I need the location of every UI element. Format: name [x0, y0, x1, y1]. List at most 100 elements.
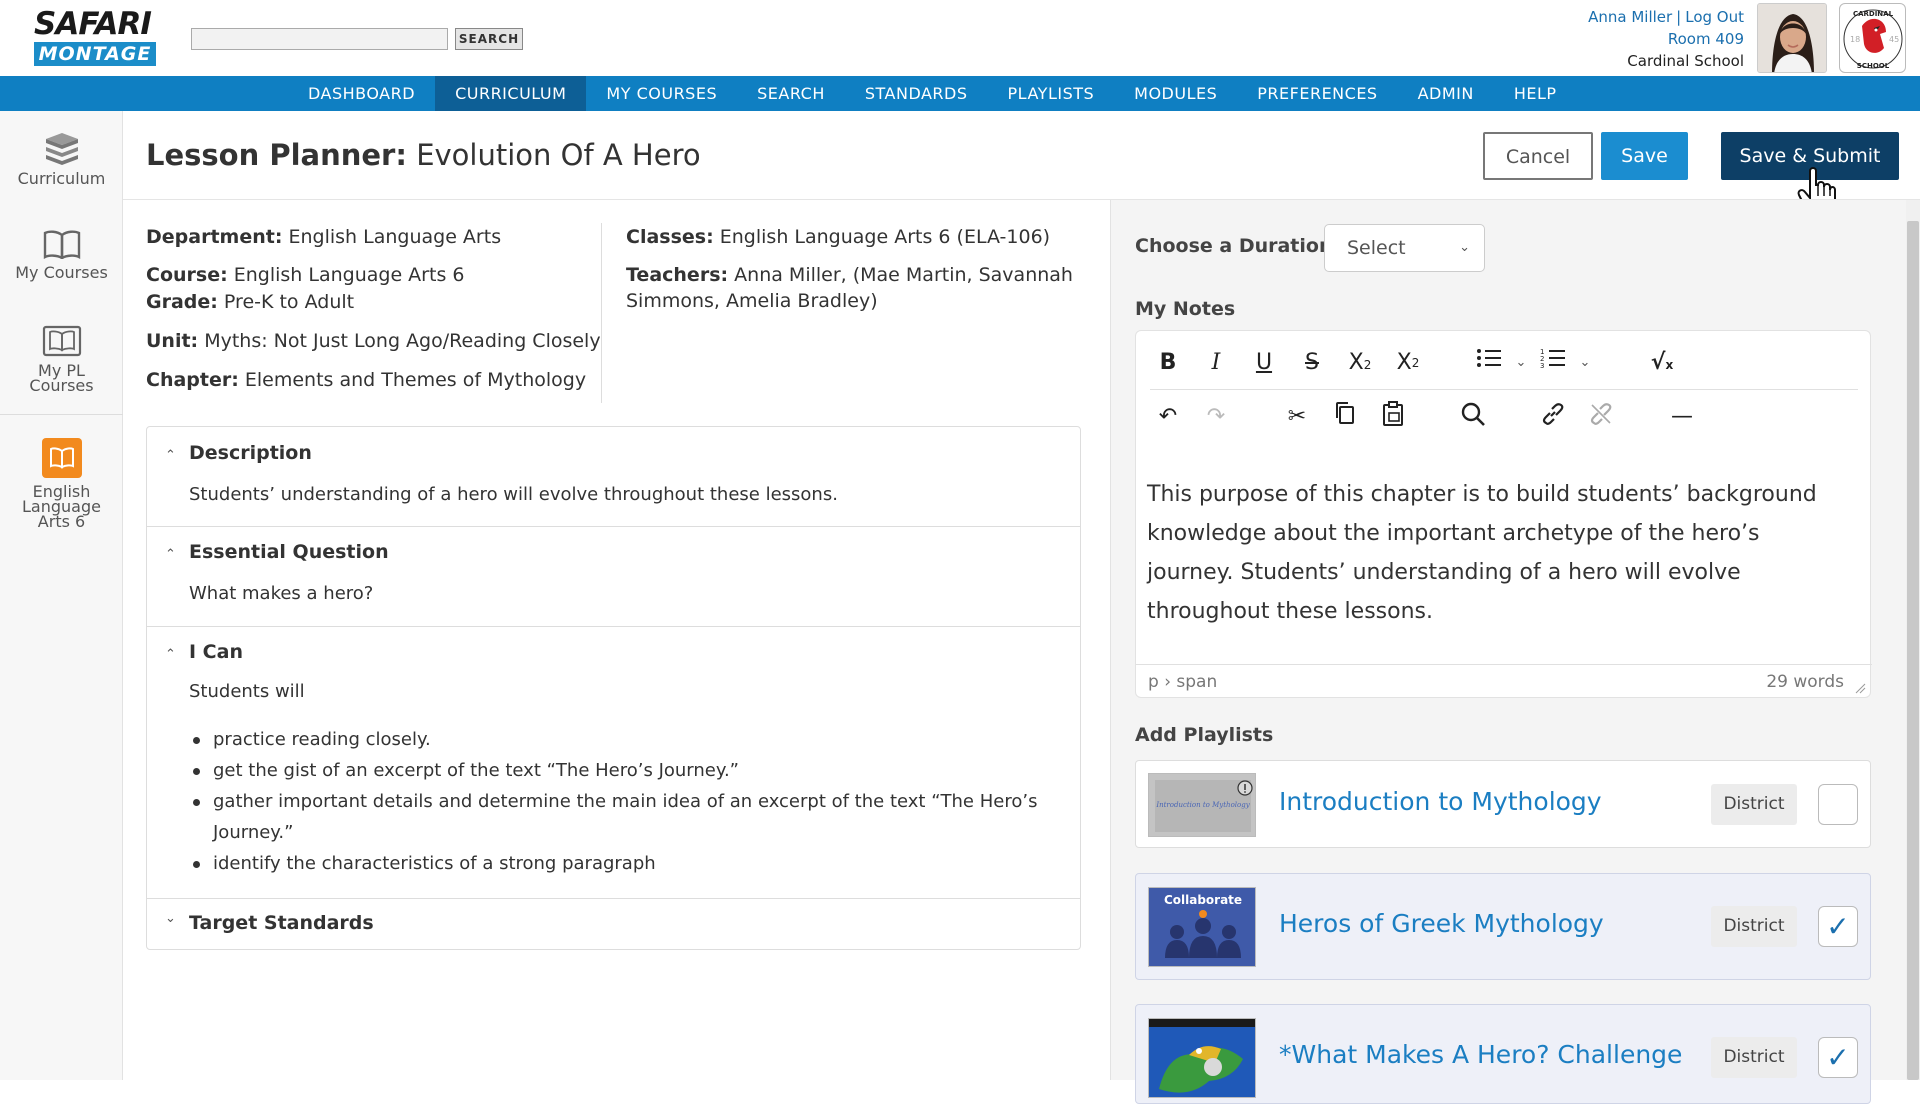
- redo-icon[interactable]: ↷: [1200, 401, 1232, 433]
- sidebar-item-english-language-arts-6[interactable]: English Language Arts 6: [0, 438, 123, 530]
- nav-admin[interactable]: ADMIN: [1398, 76, 1494, 111]
- link-icon[interactable]: [1537, 401, 1569, 433]
- main-nav: DASHBOARD CURRICULUM MY COURSES SEARCH S…: [0, 76, 1920, 111]
- playlist-item[interactable]: Introduction to Mythology Introduction t…: [1135, 760, 1871, 848]
- avatar[interactable]: [1757, 3, 1827, 73]
- math-formula-icon[interactable]: √x: [1646, 347, 1678, 379]
- editor-toolbar-row-2: ↶ ↷ ✂ —: [1136, 391, 1872, 445]
- playlist-title[interactable]: *What Makes A Hero? Challenge: [1279, 1040, 1682, 1069]
- info-divider: [601, 223, 602, 403]
- nav-standards[interactable]: STANDARDS: [845, 76, 988, 111]
- playlist-badge: District: [1711, 906, 1797, 947]
- sidebar-item-my-pl-courses[interactable]: My PL Courses: [0, 325, 123, 395]
- word-count: 29 words: [1766, 672, 1844, 692]
- checkmark-icon: ✓: [1826, 910, 1850, 943]
- cancel-button[interactable]: Cancel: [1483, 132, 1593, 180]
- i-can-list: practice reading closely. get the gist o…: [189, 724, 1049, 879]
- chevron-up-icon[interactable]: ⌃: [165, 448, 176, 463]
- playlist-item[interactable]: Collaborate Heros of Greek Mythology Dis…: [1135, 873, 1871, 980]
- course-book-icon: [41, 438, 82, 478]
- user-name-link[interactable]: Anna Miller: [1588, 8, 1672, 26]
- copy-icon[interactable]: [1329, 401, 1361, 433]
- list-item: practice reading closely.: [189, 724, 1049, 755]
- chevron-down-icon[interactable]: ⌄: [165, 911, 176, 926]
- i-can-title[interactable]: I Can: [189, 641, 243, 663]
- essential-question-title[interactable]: Essential Question: [189, 541, 389, 563]
- chevron-up-icon[interactable]: ⌃: [165, 547, 176, 562]
- i-can-intro: Students will: [189, 681, 305, 702]
- bullet-list-icon[interactable]: [1473, 347, 1505, 379]
- description-section: ⌃ Description Students’ understanding of…: [147, 427, 1080, 527]
- teachers-value-1: Anna Miller, (Mae Martin, Savannah: [734, 264, 1073, 286]
- school-name: Cardinal School: [1627, 52, 1744, 70]
- nav-playlists[interactable]: PLAYLISTS: [988, 76, 1115, 111]
- logout-link[interactable]: Log Out: [1685, 8, 1744, 26]
- editor-statusbar: p › span 29 words: [1136, 664, 1872, 699]
- undo-icon[interactable]: ↶: [1152, 401, 1184, 433]
- room-link[interactable]: Room 409: [1668, 30, 1744, 48]
- global-search-input[interactable]: [191, 28, 448, 50]
- course-value: English Language Arts 6: [233, 264, 465, 286]
- description-title[interactable]: Description: [189, 442, 312, 464]
- page-title-name: Evolution Of A Hero: [416, 138, 701, 172]
- nav-modules[interactable]: MODULES: [1114, 76, 1237, 111]
- search-button[interactable]: SEARCH: [455, 28, 523, 50]
- unit-value: Myths: Not Just Long Ago/Reading Closely: [204, 330, 601, 352]
- notes-text[interactable]: This purpose of this chapter is to build…: [1147, 475, 1847, 631]
- notes-label: My Notes: [1135, 298, 1236, 320]
- playlist-title[interactable]: Introduction to Mythology: [1279, 787, 1602, 816]
- nav-dashboard[interactable]: DASHBOARD: [288, 76, 435, 111]
- add-playlists-label: Add Playlists: [1135, 724, 1274, 746]
- top-header: SAFARI MONTAGE SEARCH Anna Miller | Log Ou…: [0, 0, 1920, 76]
- grade-value: Pre-K to Adult: [223, 291, 355, 313]
- course-info: Course: English Language Arts 6: [146, 262, 464, 288]
- sidebar: Curriculum My Courses My PL Courses Engl…: [0, 111, 123, 1080]
- numbered-list-icon[interactable]: 123: [1537, 347, 1569, 379]
- paste-icon[interactable]: [1377, 401, 1409, 433]
- department-value: English Language Arts: [288, 226, 502, 248]
- lesson-accordion: ⌃ Description Students’ understanding of…: [146, 426, 1081, 950]
- chevron-up-icon[interactable]: ⌃: [165, 647, 176, 662]
- underline-icon[interactable]: U: [1248, 347, 1280, 379]
- classes-info: Classes: English Language Arts 6 (ELA-10…: [626, 224, 1050, 250]
- nav-my-courses[interactable]: MY COURSES: [586, 76, 737, 111]
- sidebar-item-curriculum[interactable]: Curriculum: [0, 131, 123, 187]
- nav-search[interactable]: SEARCH: [737, 76, 845, 111]
- element-path[interactable]: p › span: [1148, 665, 1217, 699]
- thumbnail-caption: Introduction to Mythology: [1155, 801, 1250, 809]
- nav-help[interactable]: HELP: [1494, 76, 1577, 111]
- nav-preferences[interactable]: PREFERENCES: [1237, 76, 1397, 111]
- search-icon[interactable]: [1457, 401, 1489, 433]
- superscript-icon[interactable]: X2: [1392, 347, 1424, 379]
- safari-montage-logo[interactable]: SAFARI MONTAGE: [34, 8, 158, 66]
- teachers-info: Teachers: Anna Miller, (Mae Martin, Sava…: [626, 262, 1073, 314]
- sidebar-item-label-2: Courses: [29, 376, 94, 395]
- cut-icon[interactable]: ✂: [1281, 401, 1313, 433]
- chapter-label: Chapter:: [146, 369, 239, 391]
- target-standards-title[interactable]: Target Standards: [189, 912, 374, 934]
- resize-handle-icon[interactable]: [1854, 682, 1866, 694]
- playlist-checkbox[interactable]: ✓: [1818, 1037, 1858, 1078]
- sidebar-item-my-courses[interactable]: My Courses: [0, 229, 123, 281]
- playlist-checkbox[interactable]: [1818, 784, 1858, 825]
- playlist-item[interactable]: *What Makes A Hero? Challenge District ✓: [1135, 1004, 1871, 1104]
- chevron-down-icon[interactable]: ⌄: [1505, 347, 1537, 379]
- unlink-icon[interactable]: [1585, 401, 1617, 433]
- duration-select[interactable]: Select ⌄: [1324, 224, 1485, 272]
- playlist-thumbnail: [1148, 1018, 1256, 1098]
- svg-text:SCHOOL: SCHOOL: [1857, 62, 1890, 70]
- scrollbar-thumb[interactable]: [1907, 221, 1919, 1080]
- description-body: Students’ understanding of a hero will e…: [189, 484, 838, 505]
- save-button[interactable]: Save: [1601, 132, 1688, 180]
- strikethrough-icon[interactable]: S: [1296, 347, 1328, 379]
- chevron-down-icon[interactable]: ⌄: [1569, 347, 1601, 379]
- checkmark-icon: ✓: [1826, 1041, 1850, 1074]
- nav-curriculum[interactable]: CURRICULUM: [435, 76, 587, 111]
- horizontal-line-icon[interactable]: —: [1666, 401, 1698, 433]
- subscript-icon[interactable]: X2: [1344, 347, 1376, 379]
- playlist-title[interactable]: Heros of Greek Mythology: [1279, 909, 1604, 938]
- teachers-value-2: Simmons, Amelia Bradley): [626, 290, 878, 312]
- bold-icon[interactable]: B: [1152, 347, 1184, 379]
- playlist-checkbox[interactable]: ✓: [1818, 906, 1858, 947]
- italic-icon[interactable]: I: [1200, 347, 1232, 379]
